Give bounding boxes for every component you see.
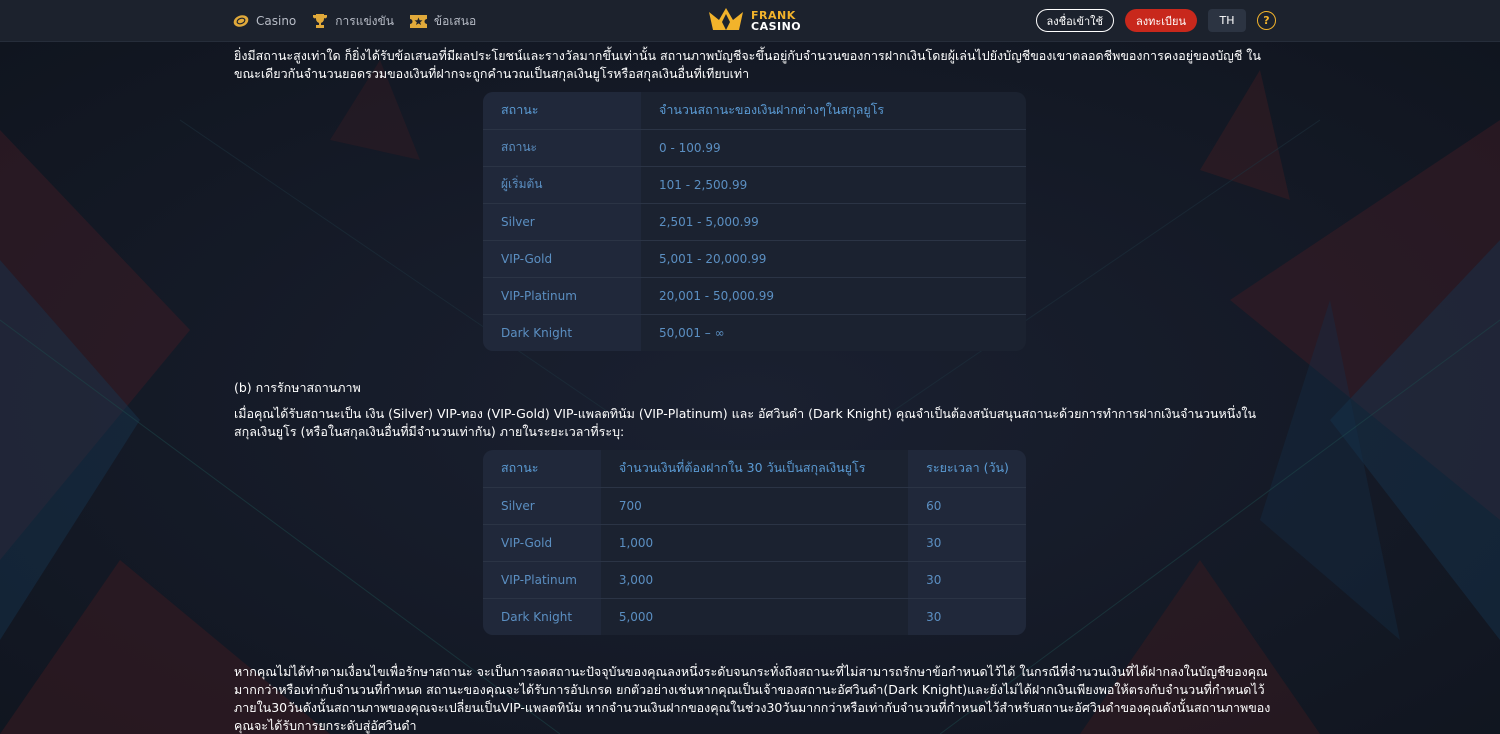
maintain-status-paragraph: เมื่อคุณได้รับสถานะเป็น เงิน (Silver) VI…	[234, 406, 1257, 439]
amount-cell: 3,000	[600, 561, 909, 599]
language-selector[interactable]: TH	[1208, 9, 1246, 32]
period-cell: 30	[908, 598, 1026, 635]
logo-text-casino: CASINO	[751, 20, 802, 33]
login-button[interactable]: ลงชื่อเข้าใช้	[1035, 9, 1115, 32]
amount-cell: 50,001 – ∞	[659, 325, 725, 340]
table-row: VIP-Gold 5,001 - 20,000.99	[483, 240, 1026, 278]
ticket-star-icon	[409, 14, 427, 28]
trophy-icon	[312, 13, 328, 29]
period-cell: 60	[908, 487, 1026, 525]
table-row: Dark Knight 50,001 – ∞	[483, 314, 1026, 351]
status-cell: VIP-Gold	[483, 240, 641, 278]
status-cell: VIP-Gold	[483, 524, 601, 562]
table-header-cell: จำนวนเงินที่ต้องฝากใน 30 วันเป็นสกุลเงิน…	[600, 450, 909, 488]
status-cell: Silver	[483, 487, 601, 525]
status-cell: Silver	[483, 203, 641, 241]
register-button[interactable]: ลงทะเบียน	[1125, 9, 1197, 32]
amount-cell: 1,000	[600, 524, 909, 562]
status-cell: VIP-Platinum	[483, 561, 601, 599]
crown-logo-icon	[707, 6, 745, 36]
amount-cell: 101 - 2,500.99	[641, 166, 1026, 204]
table-header-row: สถานะ จำนวนเงินที่ต้องฝากใน 30 วันเป็นสก…	[483, 450, 1026, 488]
status-cell: VIP-Platinum	[483, 277, 641, 315]
amount-cell: 20,001 - 50,000.99	[641, 277, 1026, 315]
maintain-status-table: สถานะ จำนวนเงินที่ต้องฝากใน 30 วันเป็นสก…	[483, 450, 1026, 635]
table-row: VIP-Gold 1,000 30	[483, 524, 1026, 562]
downgrade-rules-paragraph: หากคุณไม่ได้ทำตามเงื่อนไขเพื่อรักษาสถานะ…	[234, 664, 1271, 733]
nav-casino[interactable]: Casino	[233, 14, 296, 28]
period-cell: 30	[908, 524, 1026, 562]
table-header-cell: ระยะเวลา (วัน)	[908, 450, 1026, 488]
nav-offers-label: ข้อเสนอ	[433, 13, 477, 28]
amount-cell: 2,501 - 5,000.99	[641, 203, 1026, 241]
nav-offers[interactable]: ข้อเสนอ	[409, 12, 477, 31]
table-header-cell: สถานะ	[483, 450, 601, 488]
table-row: VIP-Platinum 20,001 - 50,000.99	[483, 277, 1026, 315]
status-intro-paragraph: ยิ่งมีสถานะสูงเท่าใด ก็ยิ่งได้รับข้อเสนอ…	[234, 48, 1261, 81]
amount-cell: 700	[600, 487, 909, 525]
amount-cell: 0 - 100.99	[641, 129, 1026, 167]
table-row: ผู้เริ่มต้น 101 - 2,500.99	[483, 166, 1026, 204]
status-cell: Dark Knight	[483, 598, 601, 635]
table-row: Dark Knight 5,000 30	[483, 598, 1026, 635]
maintain-status-heading: (b) การรักษาสถานภาพ	[234, 380, 361, 395]
status-cell: ผู้เริ่มต้น	[483, 166, 641, 204]
main-nav: Casino การแข่งขัน ข้อเสนอ	[233, 0, 478, 42]
table-row: สถานะ 0 - 100.99	[483, 129, 1026, 167]
status-cell: สถานะ	[483, 129, 641, 167]
table-row: Silver 700 60	[483, 487, 1026, 525]
table-row: Silver 2,501 - 5,000.99	[483, 203, 1026, 241]
casino-chip-icon	[233, 14, 249, 28]
nav-casino-label: Casino	[256, 14, 297, 28]
nav-tournaments-label: การแข่งขัน	[335, 13, 394, 28]
table-row: VIP-Platinum 3,000 30	[483, 561, 1026, 599]
nav-tournaments[interactable]: การแข่งขัน	[312, 12, 394, 31]
status-levels-table: สถานะ จำนวนสถานะของเงินฝากต่างๆในสกุลยูโ…	[483, 92, 1026, 351]
amount-cell: 5,001 - 20,000.99	[641, 240, 1026, 278]
table-header-row: สถานะ จำนวนสถานะของเงินฝากต่างๆในสกุลยูโ…	[483, 92, 1026, 130]
period-cell: 30	[908, 561, 1026, 599]
table-header-cell: จำนวนสถานะของเงินฝากต่างๆในสกุลยูโร	[641, 92, 1026, 130]
top-header: Casino การแข่งขัน ข้อเสนอ FRANK CASINO ล…	[0, 0, 1500, 42]
frank-casino-logo[interactable]: FRANK CASINO	[707, 6, 801, 36]
help-icon[interactable]: ?	[1257, 11, 1276, 30]
status-cell: Dark Knight	[483, 314, 641, 351]
amount-cell: 5,000	[618, 609, 654, 624]
table-header-cell: สถานะ	[483, 92, 641, 130]
